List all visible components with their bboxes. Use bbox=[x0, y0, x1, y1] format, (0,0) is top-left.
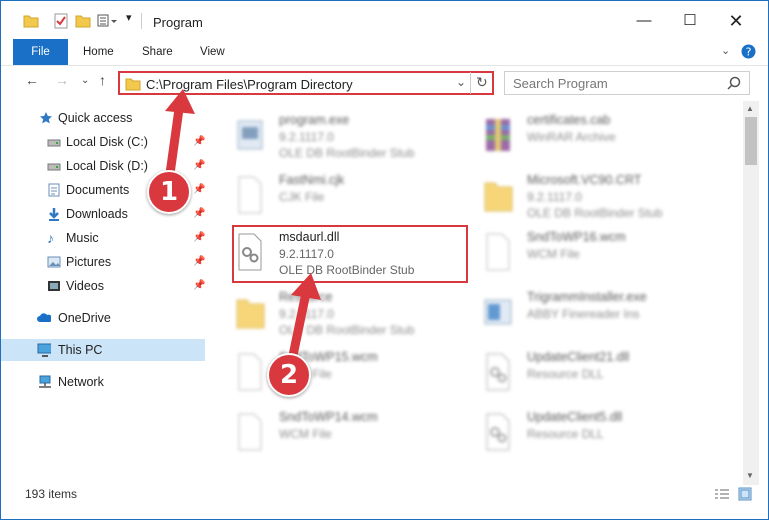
step-1-badge: 1 bbox=[147, 170, 191, 214]
annotation-arrows bbox=[164, 89, 321, 370]
step-2-badge: 2 bbox=[267, 353, 311, 397]
file-explorer-window: ▾ Program — ☐ ✕ File Home Share View ⌄ ?… bbox=[0, 0, 769, 520]
